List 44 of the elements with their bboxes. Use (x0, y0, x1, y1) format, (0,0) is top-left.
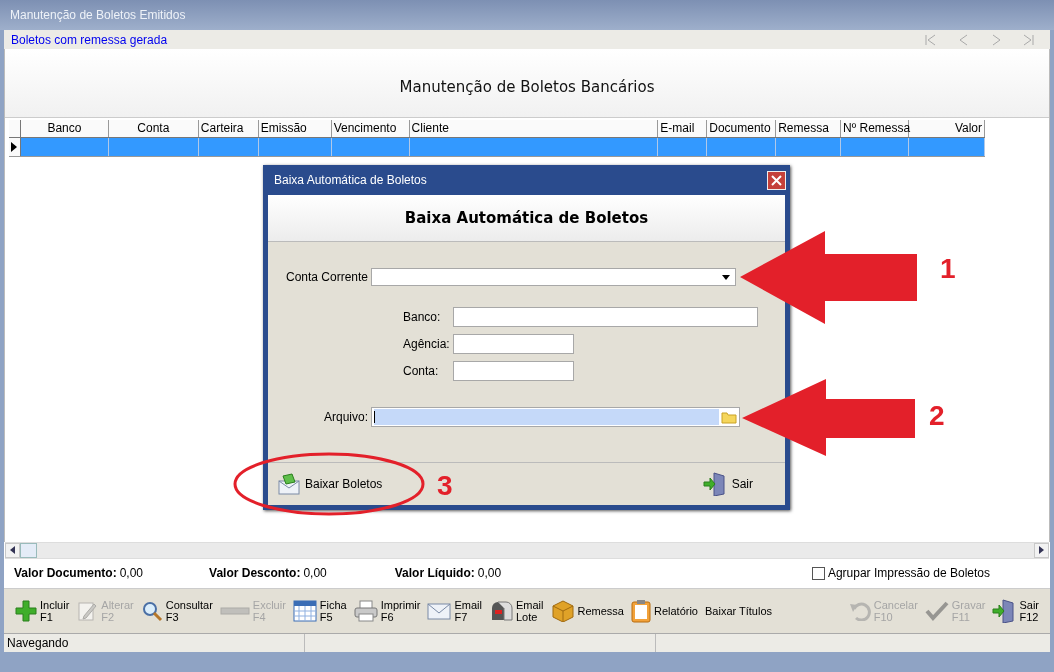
annotation-number: 3 (437, 470, 453, 502)
toolbar-button[interactable]: Baixar Títulos (702, 602, 776, 619)
field-label: Conta: (403, 364, 440, 378)
column-header[interactable]: Emissão (258, 120, 332, 138)
toolbar-button[interactable]: Email F7 (424, 596, 485, 625)
toolbar-button[interactable]: Email Lote (486, 596, 547, 625)
column-header[interactable]: Conta (108, 120, 199, 138)
toolbar-button[interactable]: Ficha F5 (289, 596, 350, 625)
total-label: Valor Documento: (14, 566, 117, 581)
total-value: 0,00 (303, 566, 327, 581)
column-header[interactable]: Banco (21, 120, 109, 138)
exit-button[interactable]: Sair (700, 470, 755, 498)
toolbar-button[interactable]: Incluir F1 (12, 596, 73, 625)
column-header[interactable]: E-mail (658, 120, 708, 138)
field-label: Conta Corrente (286, 270, 369, 284)
total-value: 0,00 (119, 566, 144, 581)
download-button[interactable]: Baixar Boletos (276, 471, 385, 497)
toolbar-button[interactable]: Imprimir F6 (350, 596, 424, 625)
toolbar-button[interactable]: Consultar F3 (137, 596, 216, 625)
total-value: 0,00 (477, 566, 502, 581)
field-label: Arquivo: (322, 410, 368, 424)
toolbar-button[interactable]: Sair F12 (989, 596, 1042, 625)
column-header[interactable]: Remessa (776, 120, 842, 138)
filter-link[interactable]: Boletos com remessa gerada (11, 32, 168, 47)
total-label: Valor Líquido: (394, 566, 475, 581)
dialog-heading: Baixa Automática de Boletos (404, 209, 649, 227)
checkbox-label: Agrupar Impressão de Boletos (827, 566, 990, 581)
toolbar-button[interactable]: Remessa (547, 597, 627, 624)
column-header[interactable]: Cliente (409, 120, 659, 138)
field-label: Banco: (403, 310, 442, 324)
window-title: Manutenção de Boletos Emitidos (0, 0, 1054, 30)
total-label: Valor Desconto: (209, 566, 301, 581)
column-header[interactable]: Carteira (198, 120, 259, 138)
annotation-number: 1 (940, 253, 956, 285)
toolbar-button[interactable]: Relatório (627, 596, 701, 625)
dialog-title: Baixa Automática de Boletos (274, 173, 427, 187)
annotation-number: 2 (929, 400, 945, 432)
column-header[interactable]: Valor (909, 120, 986, 138)
field-label: Agência: (403, 337, 450, 351)
column-header[interactable]: Documento (707, 120, 777, 138)
status-text: Navegando (4, 634, 305, 652)
column-header[interactable]: Vencimento (331, 120, 410, 138)
page-heading: Manutenção de Boletos Bancários (399, 77, 655, 97)
column-header[interactable]: Nº Remessa (841, 120, 910, 138)
